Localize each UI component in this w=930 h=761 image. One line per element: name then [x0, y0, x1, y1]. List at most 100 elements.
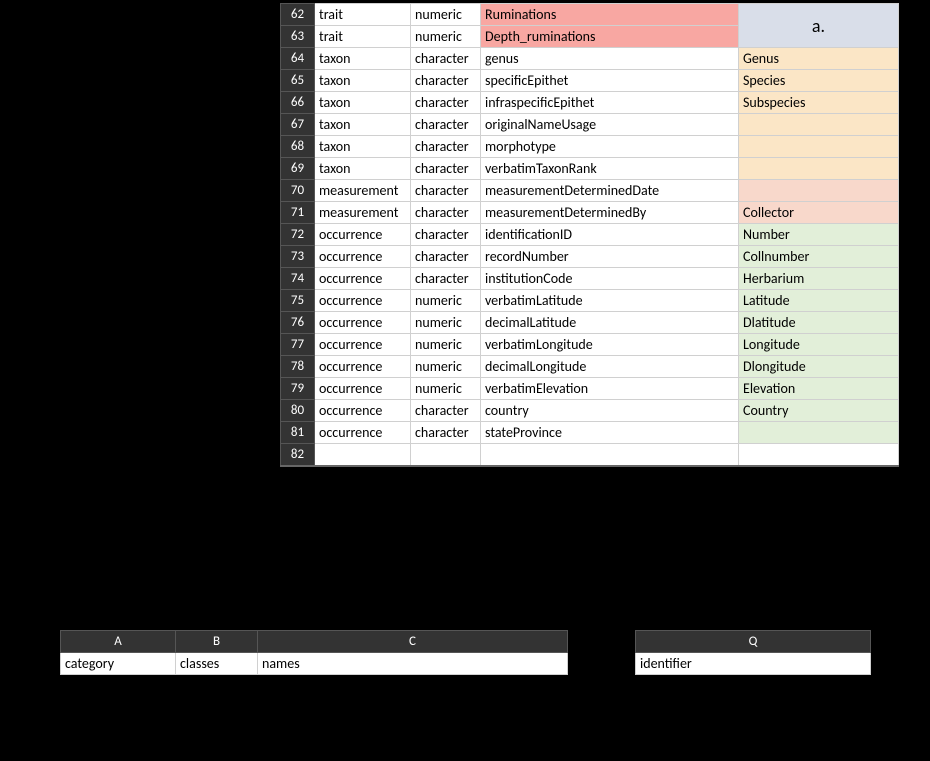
cell-identifier[interactable] — [739, 114, 899, 136]
row-header[interactable]: 77 — [281, 334, 315, 356]
row-header[interactable]: 81 — [281, 422, 315, 444]
cell-names[interactable]: decimalLongitude — [481, 356, 739, 378]
row-header[interactable]: 74 — [281, 268, 315, 290]
cell-names[interactable]: infraspecificEpithet — [481, 92, 739, 114]
cell-category[interactable]: occurrence — [315, 290, 411, 312]
cell-classes[interactable]: numeric — [411, 4, 481, 26]
row-header[interactable]: 67 — [281, 114, 315, 136]
cell-category[interactable]: occurrence — [315, 334, 411, 356]
row-header[interactable]: 70 — [281, 180, 315, 202]
cell-category[interactable]: taxon — [315, 114, 411, 136]
cell-category[interactable]: occurrence — [315, 422, 411, 444]
col-header-A[interactable]: A — [61, 631, 176, 653]
cell-classes[interactable]: classes — [176, 653, 258, 675]
row-header[interactable]: 68 — [281, 136, 315, 158]
row-header[interactable]: 63 — [281, 26, 315, 48]
cell-classes[interactable]: character — [411, 180, 481, 202]
cell-names[interactable]: identificationID — [481, 224, 739, 246]
row-header[interactable]: 79 — [281, 378, 315, 400]
cell-category[interactable]: measurement — [315, 202, 411, 224]
row-header[interactable]: 73 — [281, 246, 315, 268]
cell-identifier[interactable]: Genus — [739, 48, 899, 70]
cell-category[interactable]: taxon — [315, 48, 411, 70]
cell-classes[interactable]: character — [411, 92, 481, 114]
cell-classes[interactable] — [411, 444, 481, 466]
cell-category[interactable]: occurrence — [315, 268, 411, 290]
cell-names[interactable]: Ruminations — [481, 4, 739, 26]
row-header[interactable]: 71 — [281, 202, 315, 224]
cell-classes[interactable]: numeric — [411, 290, 481, 312]
cell-identifier[interactable]: identifier — [636, 653, 871, 675]
cell-classes[interactable]: character — [411, 268, 481, 290]
cell-names[interactable]: decimalLatitude — [481, 312, 739, 334]
cell-identifier[interactable]: Longitude — [739, 334, 899, 356]
cell-names[interactable]: measurementDeterminedDate — [481, 180, 739, 202]
row-header[interactable]: 62 — [281, 4, 315, 26]
row-header[interactable]: 75 — [281, 290, 315, 312]
row-header[interactable]: 82 — [281, 444, 315, 466]
row-header[interactable]: 76 — [281, 312, 315, 334]
cell-names[interactable]: originalNameUsage — [481, 114, 739, 136]
cell-identifier[interactable]: Species — [739, 70, 899, 92]
cell-classes[interactable]: character — [411, 224, 481, 246]
cell-identifier[interactable]: Dlatitude — [739, 312, 899, 334]
cell-names[interactable]: stateProvince — [481, 422, 739, 444]
col-header-C[interactable]: C — [258, 631, 568, 653]
cell-category[interactable]: occurrence — [315, 246, 411, 268]
cell-names[interactable]: institutionCode — [481, 268, 739, 290]
cell-category[interactable]: occurrence — [315, 378, 411, 400]
row-header[interactable]: 65 — [281, 70, 315, 92]
cell-category[interactable] — [315, 444, 411, 466]
cell-category[interactable]: taxon — [315, 92, 411, 114]
cell-classes[interactable]: character — [411, 400, 481, 422]
cell-category[interactable]: occurrence — [315, 356, 411, 378]
cell-classes[interactable]: character — [411, 70, 481, 92]
cell-classes[interactable]: character — [411, 48, 481, 70]
cell-names[interactable]: verbatimLatitude — [481, 290, 739, 312]
row-header[interactable]: 80 — [281, 400, 315, 422]
cell-names[interactable]: country — [481, 400, 739, 422]
cell-names[interactable] — [481, 444, 739, 466]
cell-category[interactable]: occurrence — [315, 224, 411, 246]
cell-names[interactable]: verbatimElevation — [481, 378, 739, 400]
col-header-B[interactable]: B — [176, 631, 258, 653]
cell-classes[interactable]: numeric — [411, 334, 481, 356]
cell-identifier[interactable]: Latitude — [739, 290, 899, 312]
cell-classes[interactable]: numeric — [411, 378, 481, 400]
row-header[interactable]: 64 — [281, 48, 315, 70]
row-header[interactable]: 72 — [281, 224, 315, 246]
cell-category[interactable]: occurrence — [315, 312, 411, 334]
cell-identifier[interactable]: Subspecies — [739, 92, 899, 114]
cell-identifier[interactable]: Collnumber — [739, 246, 899, 268]
cell-names[interactable]: measurementDeterminedBy — [481, 202, 739, 224]
col-header-Q[interactable]: Q — [636, 631, 871, 653]
cell-category[interactable]: taxon — [315, 158, 411, 180]
cell-names[interactable]: verbatimLongitude — [481, 334, 739, 356]
cell-names[interactable]: recordNumber — [481, 246, 739, 268]
row-header[interactable]: 66 — [281, 92, 315, 114]
row-header[interactable]: 78 — [281, 356, 315, 378]
cell-names[interactable]: morphotype — [481, 136, 739, 158]
cell-identifier[interactable]: Herbarium — [739, 268, 899, 290]
cell-classes[interactable]: numeric — [411, 312, 481, 334]
cell-category[interactable]: occurrence — [315, 400, 411, 422]
cell-identifier[interactable] — [739, 180, 899, 202]
cell-category[interactable]: taxon — [315, 136, 411, 158]
cell-category[interactable]: trait — [315, 4, 411, 26]
cell-identifier[interactable]: Dlongitude — [739, 356, 899, 378]
cell-category[interactable]: taxon — [315, 70, 411, 92]
cell-names[interactable]: genus — [481, 48, 739, 70]
cell-identifier[interactable]: Elevation — [739, 378, 899, 400]
cell-identifier[interactable] — [739, 158, 899, 180]
cell-classes[interactable]: character — [411, 422, 481, 444]
cell-category[interactable]: trait — [315, 26, 411, 48]
cell-classes[interactable]: character — [411, 202, 481, 224]
cell-classes[interactable]: numeric — [411, 356, 481, 378]
cell-category[interactable]: category — [61, 653, 176, 675]
cell-classes[interactable]: character — [411, 114, 481, 136]
cell-identifier[interactable]: Number — [739, 224, 899, 246]
cell-names[interactable]: names — [258, 653, 568, 675]
cell-classes[interactable]: character — [411, 246, 481, 268]
cell-names[interactable]: specificEpithet — [481, 70, 739, 92]
cell-identifier[interactable] — [739, 136, 899, 158]
